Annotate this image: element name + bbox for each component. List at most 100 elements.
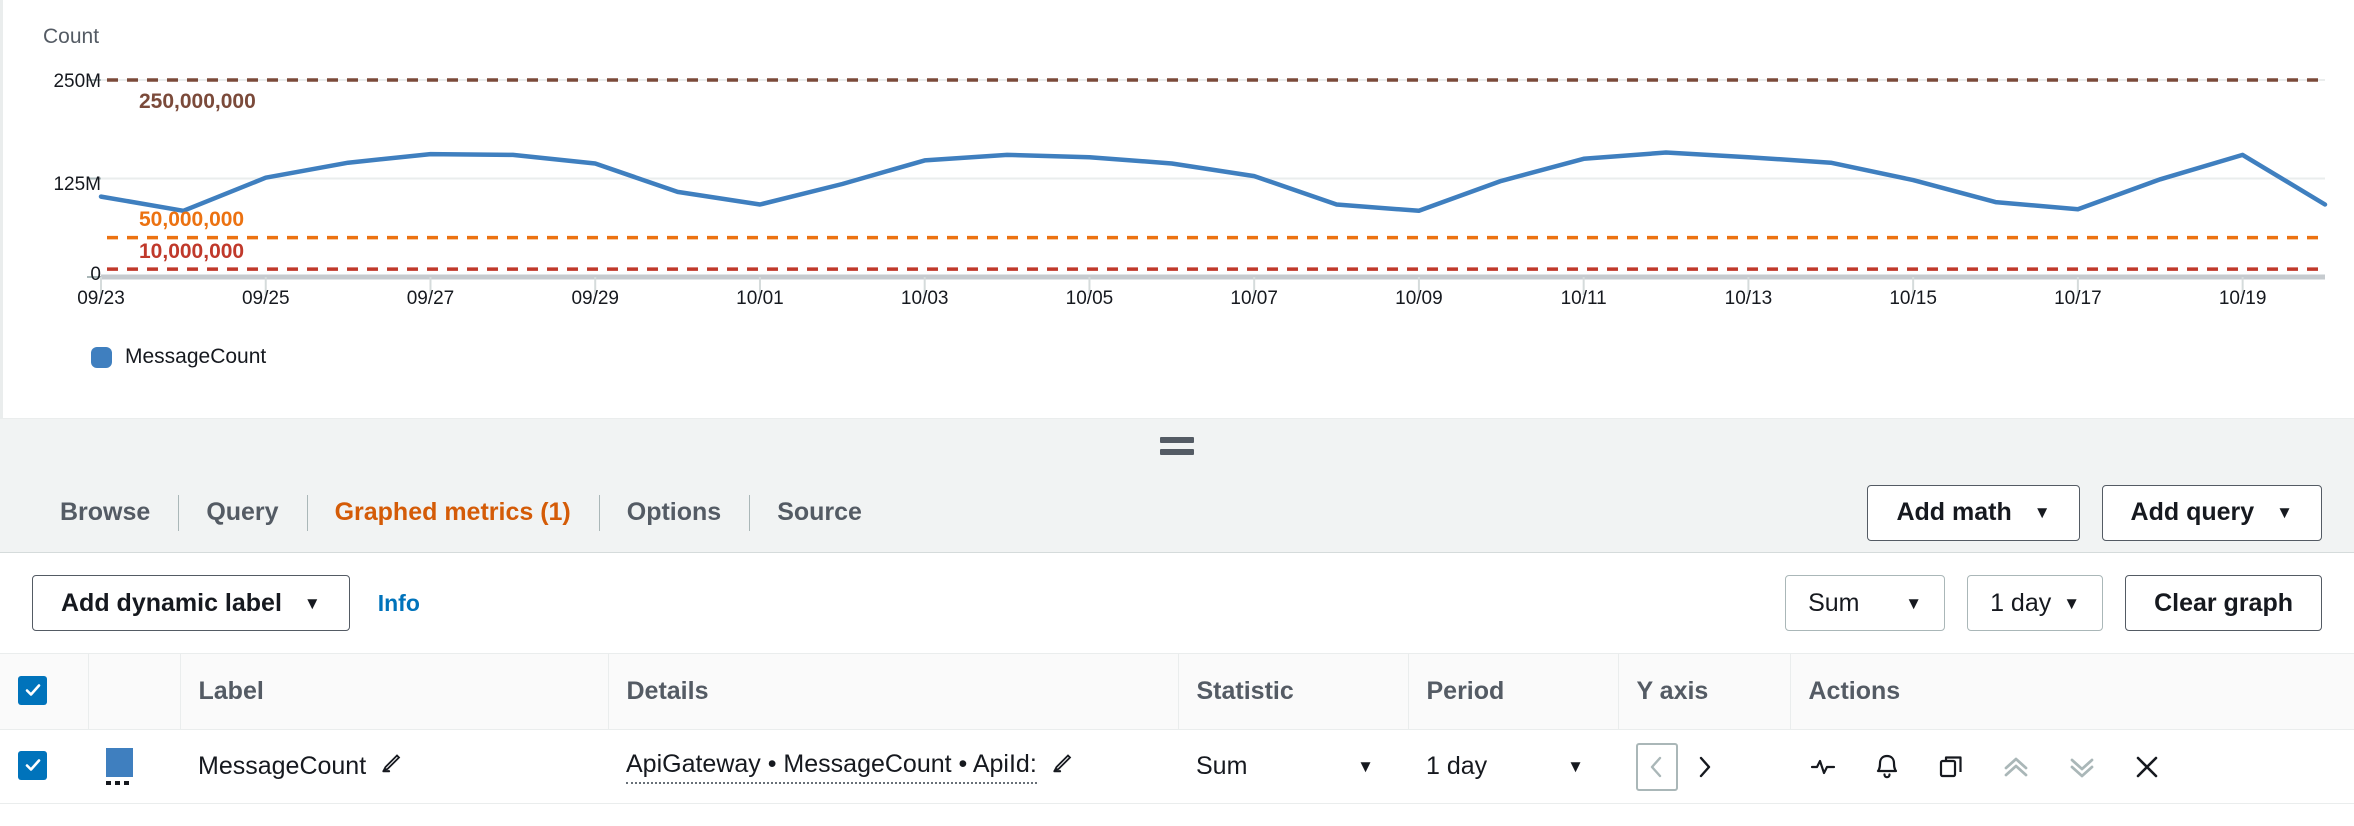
header-color (88, 653, 181, 730)
header-period: Period (1408, 653, 1619, 730)
x-tick-label: 10/01 (736, 288, 784, 309)
row-period-value: 1 day (1426, 752, 1488, 780)
row-period-select[interactable]: 1 day ▼ (1426, 752, 1600, 781)
line-chart-svg (87, 78, 2328, 295)
edit-label-pencil-icon[interactable] (380, 751, 404, 782)
series-color-swatch[interactable] (106, 748, 133, 777)
x-tick-label: 09/25 (241, 288, 290, 309)
table-header-row: Label Details Statistic Period Y axis Ac… (0, 653, 2354, 730)
add-query-button[interactable]: Add query ▼ (2101, 484, 2322, 541)
cloudwatch-metrics-page: Count 250M 125M 0 250,000,000 50,000,000… (0, 0, 2354, 826)
move-down-chevron-icon[interactable] (2066, 752, 2098, 782)
annotation-lines (107, 78, 2325, 271)
tab-source[interactable]: Source (749, 473, 890, 553)
header-select-all (0, 653, 89, 730)
gridlines (87, 79, 2325, 280)
period-select[interactable]: 1 day ▼ (1967, 575, 2104, 631)
tab-label: Source (777, 498, 862, 526)
tab-graphed-metrics-1[interactable]: Graphed metrics (1) (306, 473, 599, 567)
table-body: MessageCount ApiGateway • MessageCount •… (0, 729, 2354, 804)
y-tick-125m: 125M (53, 174, 101, 195)
add-query-label: Add query (2130, 498, 2255, 526)
add-dynamic-label-button[interactable]: Add dynamic label ▼ (32, 575, 350, 631)
line-style-indicator-icon (106, 781, 133, 785)
period-select-value: 1 day (1990, 588, 2052, 617)
row-statistic-select[interactable]: Sum ▼ (1196, 752, 1390, 781)
chart-legend[interactable]: MessageCount (91, 345, 266, 369)
clear-graph-button[interactable]: Clear graph (2125, 575, 2322, 631)
tab-label: Browse (60, 498, 151, 526)
row-details-cell: ApiGateway • MessageCount • ApiId: (608, 729, 1178, 804)
duplicate-copy-icon[interactable] (1936, 752, 1966, 782)
tab-label: Options (626, 498, 722, 526)
chevron-down-icon: ▼ (1905, 593, 1923, 613)
legend-label: MessageCount (125, 345, 267, 368)
y-axis-ticks: 250M 125M 0 (3, 0, 101, 330)
clear-graph-label: Clear graph (2154, 588, 2293, 617)
x-tick-label: 09/23 (77, 288, 125, 309)
annotation-label-250m: 250,000,000 (139, 90, 256, 113)
row-checkbox[interactable] (18, 750, 47, 780)
select-all-checkbox[interactable] (18, 675, 47, 705)
tab-options[interactable]: Options (598, 473, 749, 553)
x-tick-label: 09/27 (406, 288, 455, 309)
y-axis-left-button[interactable] (1636, 742, 1678, 791)
panel-resize-handle[interactable] (1160, 437, 1194, 455)
view-metric-pulse-icon[interactable] (1808, 752, 1838, 782)
statistic-select-value: Sum (1808, 588, 1860, 617)
tab-label: Graphed metrics (1) (334, 498, 571, 526)
row-y-axis-cell (1618, 729, 1790, 804)
tabs-actions: Add math ▼ Add query ▼ (1867, 484, 2322, 541)
table-row[interactable]: MessageCount ApiGateway • MessageCount •… (0, 729, 2354, 804)
add-dynamic-label-text: Add dynamic label (61, 588, 282, 617)
header-statistic: Statistic (1178, 653, 1409, 730)
tab-query[interactable]: Query (178, 473, 306, 553)
row-color-cell (88, 729, 180, 804)
metric-graph-panel: Count 250M 125M 0 250,000,000 50,000,000… (0, 0, 2354, 418)
row-actions-cell (1790, 729, 2354, 804)
add-math-label: Add math (1896, 498, 2012, 526)
panel-resizer-band (0, 418, 2354, 473)
x-tick-label: 10/11 (1560, 288, 1607, 309)
x-tick-label: 10/15 (1889, 288, 1937, 309)
y-tick-0: 0 (90, 264, 101, 285)
chevron-down-icon: ▼ (2063, 593, 2081, 613)
graphed-metrics-controls: Add dynamic label ▼ Info Sum ▼ 1 day ▼ C… (0, 553, 2354, 653)
x-tick-label: 10/09 (1395, 288, 1443, 309)
add-math-button[interactable]: Add math ▼ (1867, 484, 2080, 541)
x-tick-label: 10/07 (1230, 288, 1278, 309)
row-color-swatch-group[interactable] (106, 748, 162, 785)
chart-plot-area[interactable] (3, 0, 2354, 330)
edit-details-pencil-icon[interactable] (1051, 751, 1075, 782)
header-label: Label (180, 653, 609, 730)
chevron-down-icon: ▼ (1357, 757, 1374, 776)
chevron-down-icon: ▼ (303, 593, 321, 613)
row-label-cell: MessageCount (180, 729, 608, 804)
move-up-chevron-icon[interactable] (2000, 752, 2032, 782)
row-statistic-value: Sum (1196, 752, 1248, 780)
header-actions: Actions (1790, 653, 2354, 730)
tab-browse[interactable]: Browse (32, 473, 178, 553)
row-details-text: ApiGateway • MessageCount • ApiId: (626, 750, 1037, 784)
y-axis-toggle-group (1636, 742, 1772, 791)
annotation-label-10m: 10,000,000 (139, 240, 245, 263)
chevron-down-icon: ▼ (1567, 757, 1584, 776)
tabs-bar: Browse Query Graphed metrics (1) Options Sou… (0, 473, 2354, 567)
row-actions-group (1808, 752, 2336, 782)
statistic-select[interactable]: Sum ▼ (1785, 575, 1946, 631)
x-tick-label: 10/05 (1065, 288, 1114, 309)
create-alarm-bell-icon[interactable] (1872, 752, 1902, 782)
info-link[interactable]: Info (378, 590, 420, 617)
graphed-metrics-table: Label Details Statistic Period Y axis Ac… (0, 653, 2354, 804)
row-period-cell: 1 day ▼ (1408, 729, 1618, 804)
x-axis-ticks: 09/23 09/25 09/27 09/29 10/01 10/03 10/05 10/07… (3, 288, 2354, 328)
legend-color-swatch (91, 346, 112, 368)
controls-right-group: Sum ▼ 1 day ▼ Clear graph (1785, 575, 2322, 631)
y-axis-right-button[interactable] (1688, 754, 1720, 780)
resize-handle-bar-top (1160, 437, 1194, 443)
x-tick-label: 10/03 (900, 288, 949, 309)
remove-close-icon[interactable] (2132, 752, 2162, 782)
chevron-down-icon: ▼ (2276, 503, 2293, 522)
series-line-messagecount (98, 150, 2328, 214)
resize-handle-bar-bottom (1160, 449, 1194, 455)
